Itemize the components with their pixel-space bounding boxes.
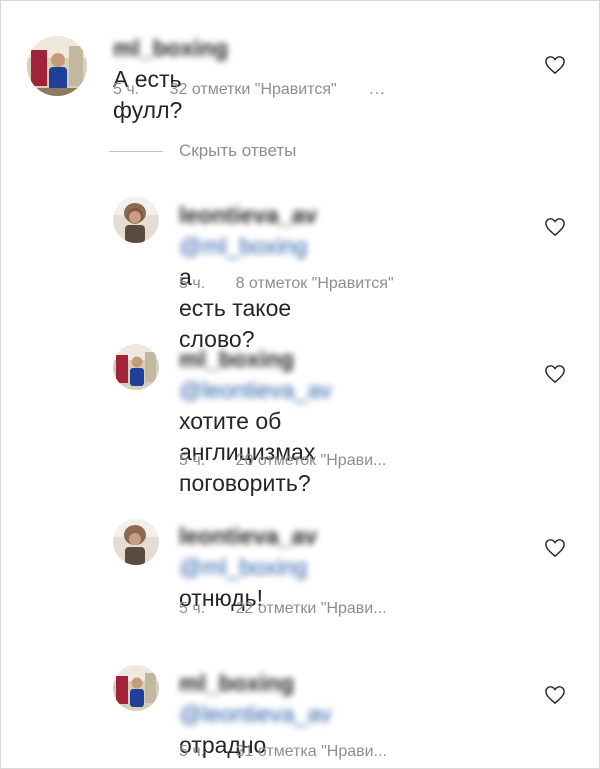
comment-mention[interactable]: @ml_boxing	[179, 231, 307, 262]
heart-icon[interactable]	[544, 217, 566, 237]
comment-time: 5 ч.	[179, 743, 206, 760]
comment-mention[interactable]: @ml_boxing	[179, 552, 307, 583]
comment-username[interactable]: ml_boxing	[179, 344, 294, 375]
comment-likes[interactable]: 31 отметка "Нрави...	[236, 743, 387, 760]
comment-username[interactable]: leontieva_av	[179, 200, 317, 231]
comment-time: 5 ч.	[113, 81, 140, 98]
more-options[interactable]: ...	[369, 81, 385, 98]
comment-username[interactable]: ml_boxing	[113, 33, 228, 64]
hide-replies-button[interactable]: Скрыть ответы	[109, 140, 296, 162]
hide-replies-label: Скрыть ответы	[179, 141, 297, 160]
heart-icon[interactable]	[544, 364, 566, 384]
avatar[interactable]	[113, 344, 159, 390]
comment-mention[interactable]: @leontieva_av	[179, 699, 332, 730]
heart-icon[interactable]	[544, 685, 566, 705]
comment-meta: 5 ч. 31 отметка "Нрави...	[179, 743, 387, 761]
comment-time: 5 ч.	[179, 452, 206, 469]
comment-username[interactable]: ml_boxing	[179, 668, 294, 699]
comment-username[interactable]: leontieva_av	[179, 521, 317, 552]
comment-time: 5 ч.	[179, 275, 206, 292]
comment-likes[interactable]: 32 отметки "Нравится"	[170, 81, 337, 98]
avatar[interactable]	[113, 519, 159, 565]
comment-likes[interactable]: 20 отметок "Нрави...	[236, 452, 387, 469]
avatar[interactable]	[113, 197, 159, 243]
comment-body-line3: поговорить?	[179, 470, 311, 496]
comment-meta: 5 ч. 20 отметок "Нрави...	[179, 452, 386, 470]
heart-icon[interactable]	[544, 55, 566, 75]
heart-icon[interactable]	[544, 538, 566, 558]
comment-text: ml_boxingА есть фулл?	[113, 33, 232, 126]
comment-likes[interactable]: 22 отметки "Нрави...	[236, 600, 387, 617]
divider	[109, 150, 163, 152]
comment-time: 5 ч.	[179, 600, 206, 617]
comments-panel: ml_boxingА есть фулл? 5 ч. 32 отметки "Н…	[0, 0, 600, 769]
avatar[interactable]	[27, 36, 87, 96]
comment-meta: 5 ч. 32 отметки "Нравится" ...	[113, 81, 386, 99]
comment-meta: 5 ч. 8 отметок "Нравится"	[179, 275, 394, 293]
avatar[interactable]	[113, 665, 159, 711]
comment-likes[interactable]: 8 отметок "Нравится"	[236, 275, 394, 292]
comment-mention[interactable]: @leontieva_av	[179, 375, 332, 406]
comment-meta: 5 ч. 22 отметки "Нрави...	[179, 600, 387, 618]
comment-text: ml_boxing@leontieva_av хотите об англици…	[179, 344, 336, 499]
